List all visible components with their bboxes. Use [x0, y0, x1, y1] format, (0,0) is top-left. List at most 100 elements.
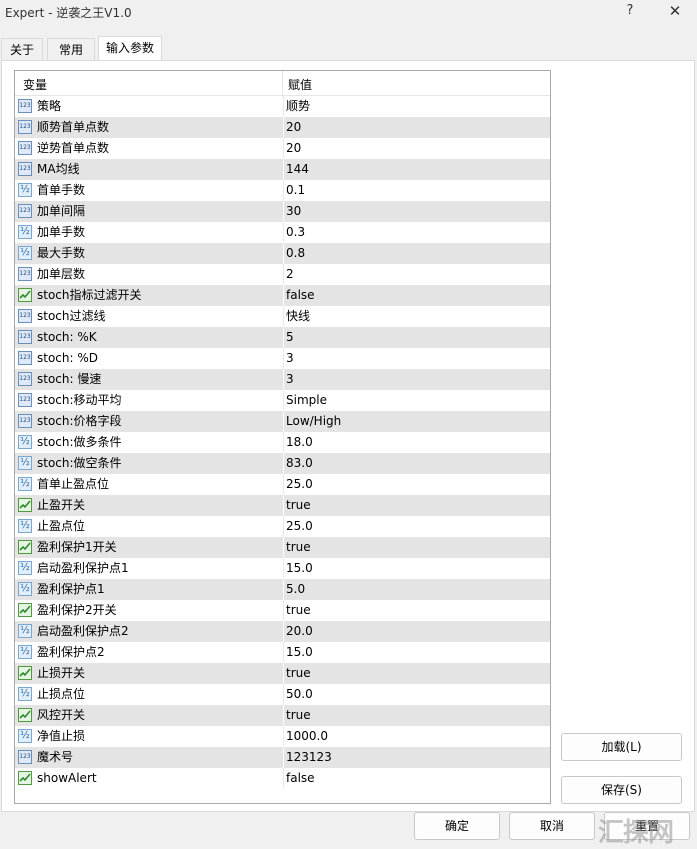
table-row[interactable]: 盈利保护2开关 true: [15, 600, 550, 621]
value-cell[interactable]: 83.0: [286, 453, 546, 474]
variable-cell: 加单间隔: [15, 201, 283, 222]
integer-type-icon: [18, 141, 32, 155]
value-cell[interactable]: 144: [286, 159, 546, 180]
tab-common[interactable]: 常用: [47, 38, 95, 60]
column-divider: [283, 369, 284, 390]
table-row[interactable]: 加单手数 0.3: [15, 222, 550, 243]
value-cell[interactable]: 18.0: [286, 432, 546, 453]
column-divider: [283, 621, 284, 642]
table-row[interactable]: 加单间隔 30: [15, 201, 550, 222]
double-type-icon: [18, 561, 32, 575]
value-cell[interactable]: 顺势: [286, 96, 546, 117]
table-row[interactable]: 盈利保护1开关 true: [15, 537, 550, 558]
save-button[interactable]: 保存(S): [561, 776, 682, 804]
value-cell[interactable]: 3: [286, 348, 546, 369]
variable-name: 风控开关: [37, 708, 86, 722]
variable-cell: 止盈开关: [15, 495, 283, 516]
value-cell[interactable]: 15.0: [286, 642, 546, 663]
table-row[interactable]: 首单止盈点位 25.0: [15, 474, 550, 495]
header-variable[interactable]: 变量: [23, 76, 47, 93]
table-row[interactable]: stoch:移动平均 Simple: [15, 390, 550, 411]
tab-about[interactable]: 关于: [1, 38, 43, 60]
tab-input-params[interactable]: 输入参数: [98, 36, 162, 61]
table-row[interactable]: 启动盈利保护点2 20.0: [15, 621, 550, 642]
integer-type-icon: [18, 99, 32, 113]
value-cell[interactable]: 快线: [286, 306, 546, 327]
table-row[interactable]: 净值止损 1000.0: [15, 726, 550, 747]
table-row[interactable]: 首单手数 0.1: [15, 180, 550, 201]
value-cell[interactable]: 15.0: [286, 558, 546, 579]
table-row[interactable]: 止损开关 true: [15, 663, 550, 684]
table-row[interactable]: 最大手数 0.8: [15, 243, 550, 264]
header-divider[interactable]: [282, 71, 283, 95]
value-cell[interactable]: 20: [286, 117, 546, 138]
table-row[interactable]: stoch: %D 3: [15, 348, 550, 369]
table-row[interactable]: stoch过滤线 快线: [15, 306, 550, 327]
table-row[interactable]: 逆势首单点数 20: [15, 138, 550, 159]
value-cell[interactable]: 0.3: [286, 222, 546, 243]
table-row[interactable]: MA均线 144: [15, 159, 550, 180]
load-button[interactable]: 加载(L): [561, 733, 682, 761]
value-cell[interactable]: true: [286, 495, 546, 516]
value-cell[interactable]: Simple: [286, 390, 546, 411]
value-cell[interactable]: 20: [286, 138, 546, 159]
column-divider: [283, 726, 284, 747]
value-cell[interactable]: 5: [286, 327, 546, 348]
help-button[interactable]: ?: [622, 3, 638, 21]
header-value[interactable]: 赋值: [288, 76, 312, 93]
value-cell[interactable]: 30: [286, 201, 546, 222]
value-cell[interactable]: 0.8: [286, 243, 546, 264]
value-cell[interactable]: 20.0: [286, 621, 546, 642]
table-row[interactable]: stoch: %K 5: [15, 327, 550, 348]
bool-type-icon: [18, 708, 32, 722]
variable-name: 首单手数: [37, 183, 86, 197]
variable-name: stoch: %D: [37, 351, 99, 365]
table-row[interactable]: 顺势首单点数 20: [15, 117, 550, 138]
table-row[interactable]: 止盈开关 true: [15, 495, 550, 516]
table-row[interactable]: 盈利保护点2 15.0: [15, 642, 550, 663]
variable-cell: 盈利保护点2: [15, 642, 283, 663]
table-row[interactable]: 策略 顺势: [15, 96, 550, 117]
close-button[interactable]: ✕: [666, 2, 684, 22]
variable-cell: 魔术号: [15, 747, 283, 768]
table-row[interactable]: stoch: 慢速 3: [15, 369, 550, 390]
variable-cell: 止损点位: [15, 684, 283, 705]
value-cell[interactable]: false: [286, 285, 546, 306]
table-row[interactable]: stoch:价格字段 Low/High: [15, 411, 550, 432]
table-row[interactable]: 加单层数 2: [15, 264, 550, 285]
column-divider: [283, 642, 284, 663]
cancel-button[interactable]: 取消: [509, 812, 595, 840]
variable-name: stoch: 慢速: [37, 372, 102, 386]
integer-type-icon: [18, 351, 32, 365]
value-cell[interactable]: 1000.0: [286, 726, 546, 747]
table-row[interactable]: stoch:做空条件 83.0: [15, 453, 550, 474]
value-cell[interactable]: 2: [286, 264, 546, 285]
value-cell[interactable]: 25.0: [286, 474, 546, 495]
table-row[interactable]: 启动盈利保护点1 15.0: [15, 558, 550, 579]
value-cell[interactable]: Low/High: [286, 411, 546, 432]
value-cell[interactable]: 3: [286, 369, 546, 390]
variable-cell: 盈利保护1开关: [15, 537, 283, 558]
table-row[interactable]: 止盈点位 25.0: [15, 516, 550, 537]
value-cell[interactable]: true: [286, 663, 546, 684]
table-row[interactable]: 风控开关 true: [15, 705, 550, 726]
value-cell[interactable]: 50.0: [286, 684, 546, 705]
table-row[interactable]: stoch:做多条件 18.0: [15, 432, 550, 453]
variable-cell: stoch:移动平均: [15, 390, 283, 411]
variable-name: 加单层数: [37, 267, 86, 281]
table-row[interactable]: 魔术号 123123: [15, 747, 550, 768]
value-cell[interactable]: true: [286, 600, 546, 621]
table-row[interactable]: stoch指标过滤开关 false: [15, 285, 550, 306]
value-cell[interactable]: true: [286, 705, 546, 726]
ok-button[interactable]: 确定: [414, 812, 500, 840]
value-cell[interactable]: 5.0: [286, 579, 546, 600]
table-row[interactable]: 盈利保护点1 5.0: [15, 579, 550, 600]
table-row[interactable]: showAlert false: [15, 768, 550, 789]
value-cell[interactable]: 123123: [286, 747, 546, 768]
variable-cell: stoch:做空条件: [15, 453, 283, 474]
value-cell[interactable]: false: [286, 768, 546, 789]
table-row[interactable]: 止损点位 50.0: [15, 684, 550, 705]
value-cell[interactable]: 0.1: [286, 180, 546, 201]
value-cell[interactable]: 25.0: [286, 516, 546, 537]
value-cell[interactable]: true: [286, 537, 546, 558]
